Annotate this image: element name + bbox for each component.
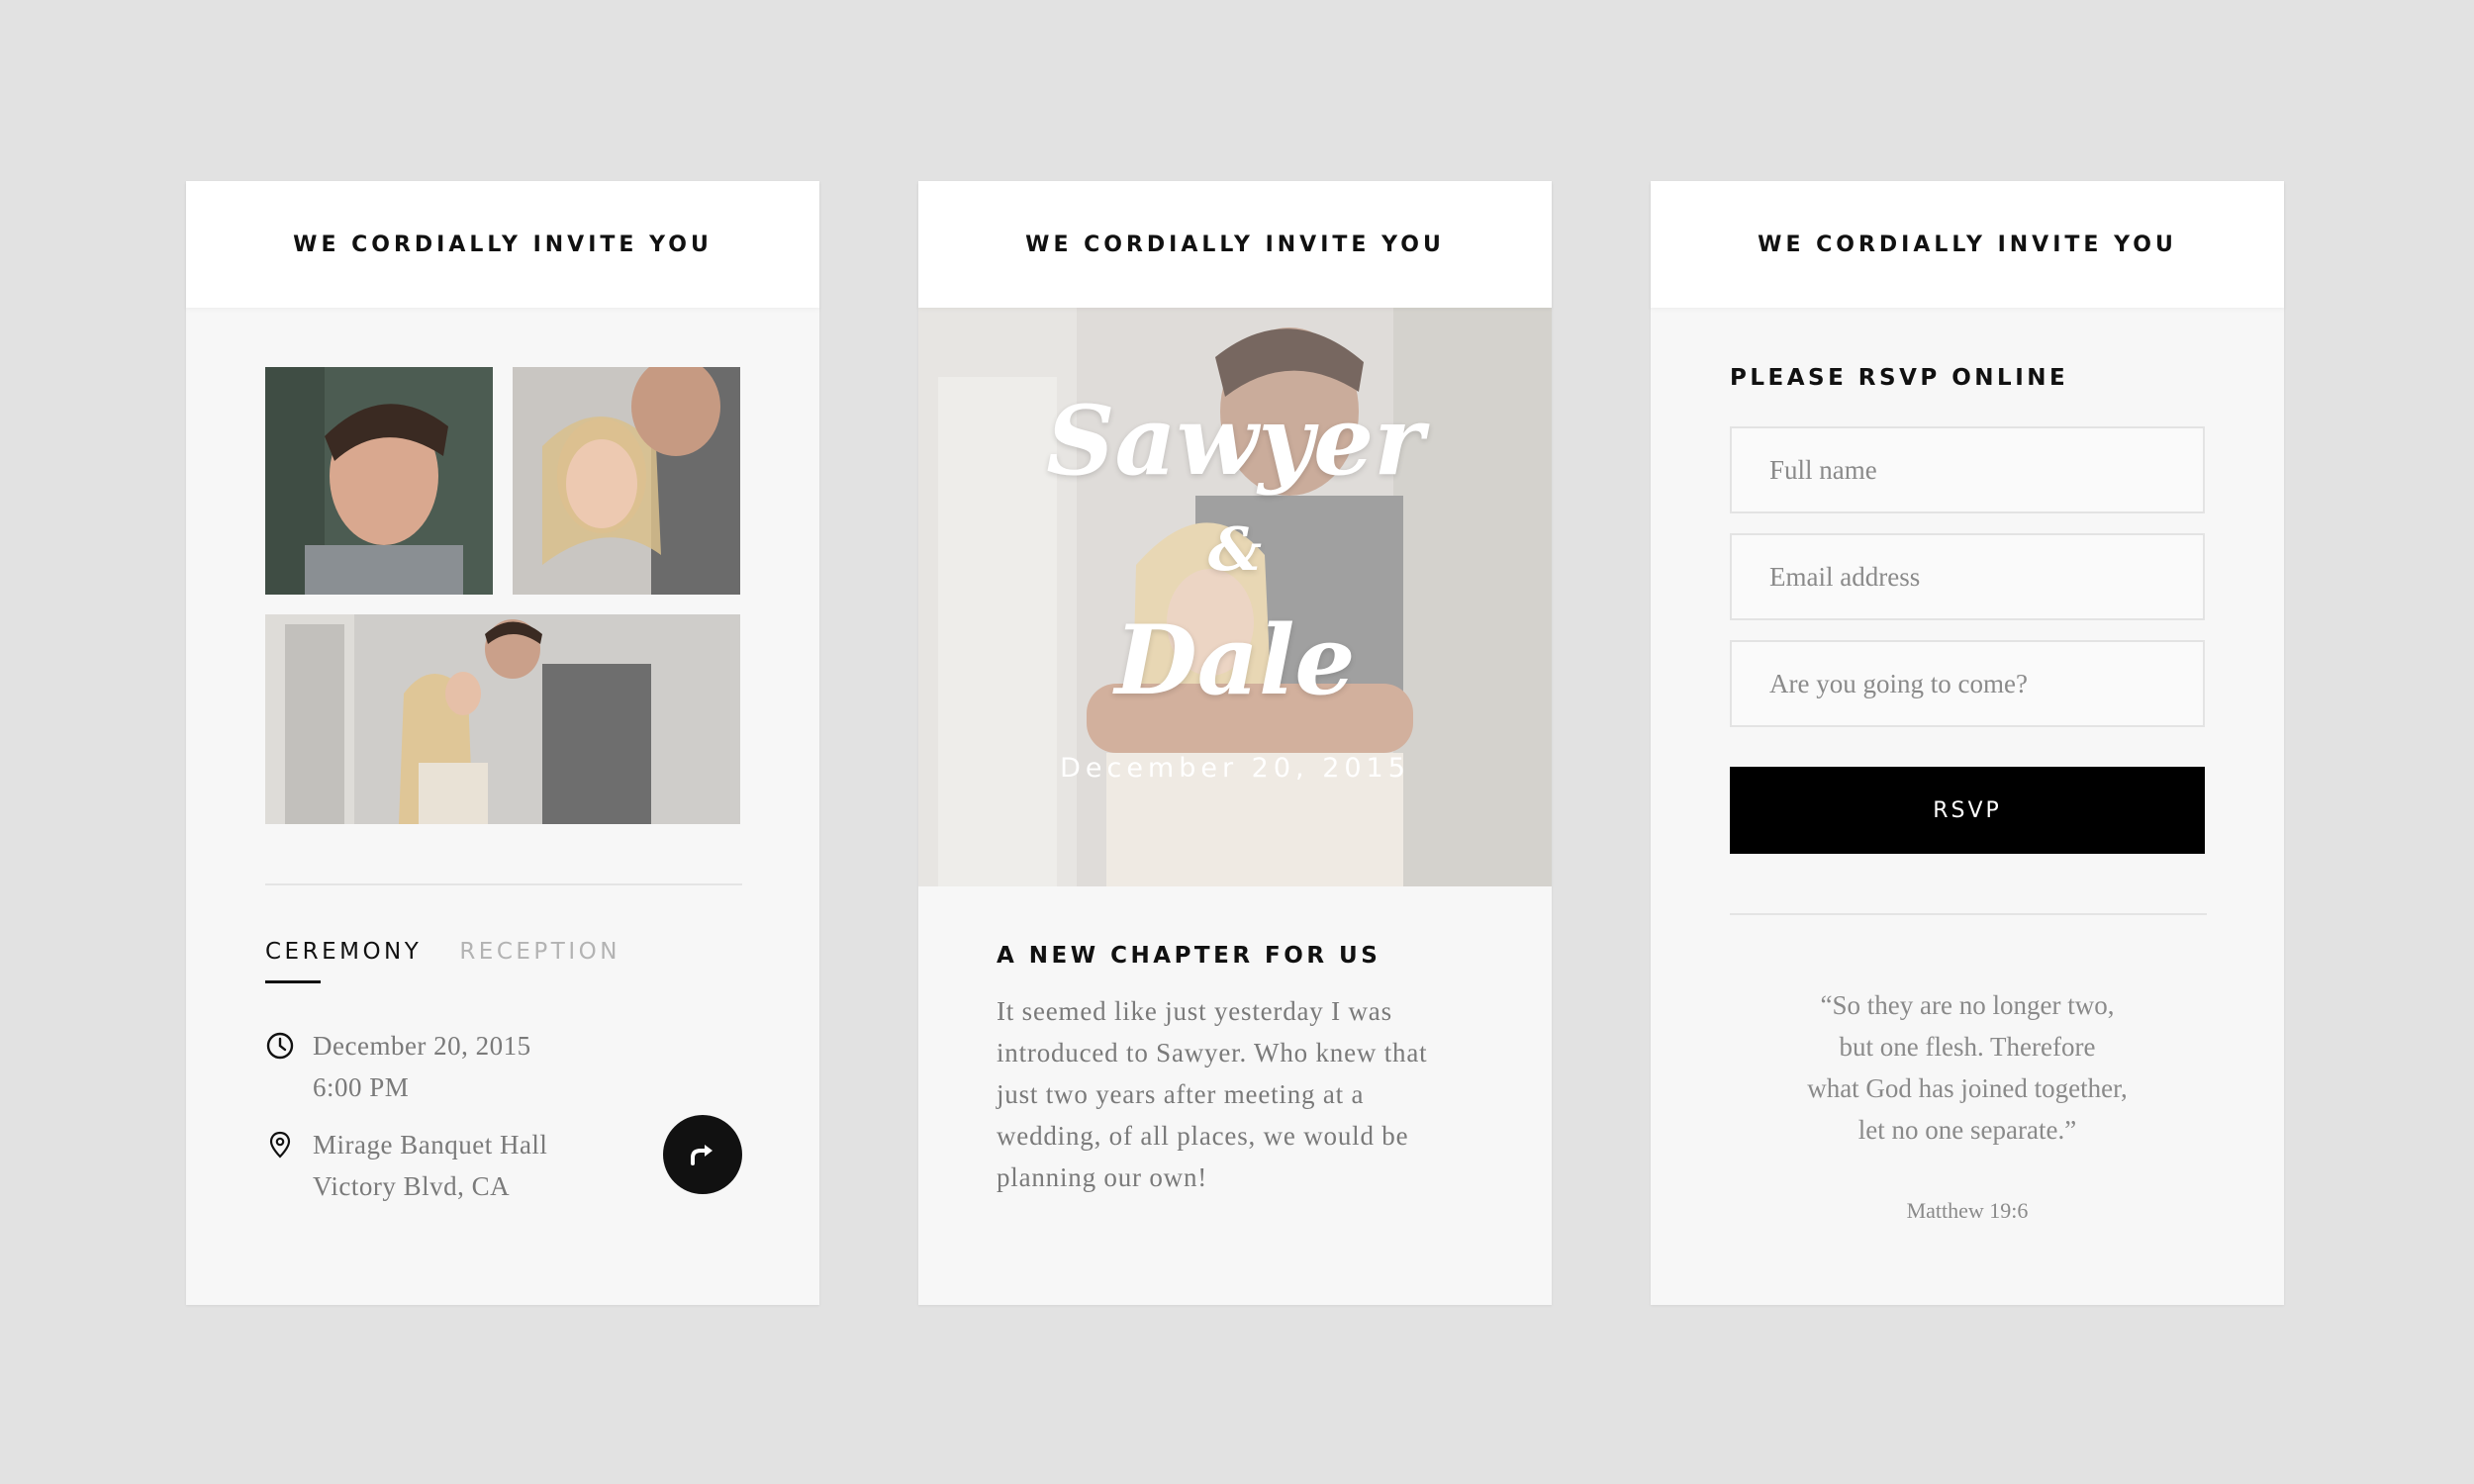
event-datetime: December 20, 2015 6:00 PM <box>265 1025 531 1108</box>
share-arrow-icon <box>691 1145 713 1165</box>
partner-two-name: Dale <box>1114 604 1356 716</box>
venue-name: Mirage Banquet Hall <box>313 1130 548 1159</box>
rsvp-card: WE CORDIALLY INVITE YOU PLEASE RSVP ONLI… <box>1651 181 2284 1305</box>
attendance-field[interactable]: Are you going to come? <box>1730 640 2205 727</box>
quote-reference: Matthew 19:6 <box>1906 1198 2029 1223</box>
story-title: A NEW CHAPTER FOR US <box>997 943 1381 969</box>
event-venue: Mirage Banquet Hall Victory Blvd, CA <box>265 1124 547 1207</box>
card-header: WE CORDIALLY INVITE YOU <box>1651 181 2284 308</box>
story-line: introduced to Sawyer. Who knew that <box>997 1038 1428 1067</box>
card-header: WE CORDIALLY INVITE YOU <box>918 181 1552 308</box>
location-pin-icon <box>265 1130 295 1159</box>
quote-line: but one flesh. Therefore <box>1839 1032 2096 1062</box>
hero-photo: Sawyer & Dale December 20, 2015 <box>918 308 1552 886</box>
quote-line: “So they are no longer two, <box>1820 990 2115 1020</box>
section-divider <box>1730 913 2207 915</box>
ceremony-card: WE CORDIALLY INVITE YOU CEREMONY RECEPTI… <box>186 181 819 1305</box>
event-date: December 20, 2015 <box>313 1031 531 1061</box>
story-line: just two years after meeting at a <box>997 1079 1365 1109</box>
tab-ceremony[interactable]: CEREMONY <box>265 939 422 983</box>
ampersand: & <box>1207 515 1263 585</box>
story-line: planning our own! <box>997 1162 1208 1192</box>
rsvp-button[interactable]: RSVP <box>1730 767 2205 854</box>
couple-photo-kiss <box>265 614 740 824</box>
event-tabs: CEREMONY RECEPTION <box>265 939 620 983</box>
story-line: It seemed like just yesterday I was <box>997 996 1392 1026</box>
quote-line: let no one separate.” <box>1857 1115 2077 1145</box>
story-card: WE CORDIALLY INVITE YOU Sawyer & Dale De… <box>918 181 1552 1305</box>
section-divider <box>265 883 742 885</box>
card-header: WE CORDIALLY INVITE YOU <box>186 181 819 308</box>
couple-photo-bride <box>513 367 740 595</box>
story-text: It seemed like just yesterday I was intr… <box>997 990 1491 1198</box>
directions-button[interactable] <box>663 1115 742 1194</box>
story-line: wedding, of all places, we would be <box>997 1121 1409 1151</box>
full-name-field[interactable]: Full name <box>1730 426 2205 513</box>
quote-line: what God has joined together, <box>1807 1073 2128 1103</box>
tab-reception[interactable]: RECEPTION <box>459 939 620 965</box>
partner-one-name: Sawyer <box>1046 385 1424 497</box>
rsvp-title: PLEASE RSVP ONLINE <box>1730 365 2069 391</box>
venue-address: Victory Blvd, CA <box>313 1171 511 1201</box>
email-field[interactable]: Email address <box>1730 533 2205 620</box>
clock-icon <box>265 1031 295 1061</box>
couple-photo-groom <box>265 367 493 595</box>
scripture-quote: “So they are no longer two, but one fles… <box>1710 984 2225 1151</box>
wedding-date: December 20, 2015 <box>1060 753 1410 784</box>
event-time: 6:00 PM <box>313 1072 410 1102</box>
